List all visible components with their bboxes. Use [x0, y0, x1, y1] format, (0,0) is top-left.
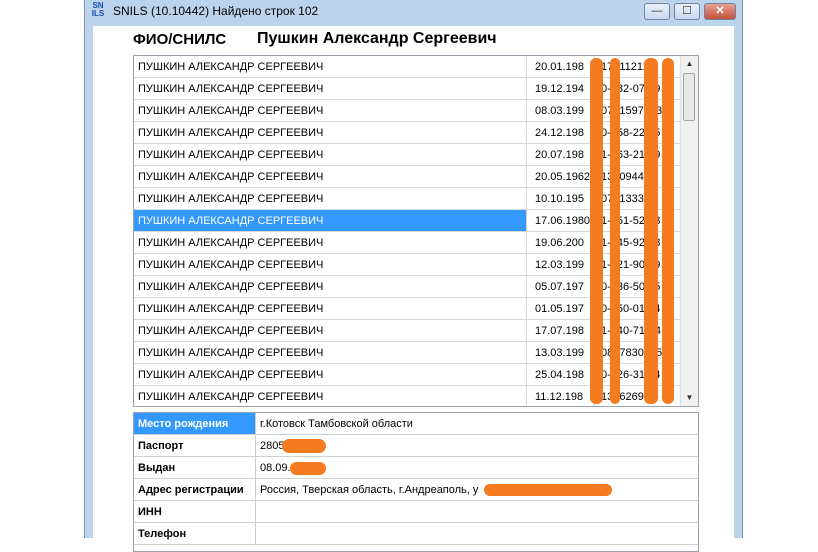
maximize-button[interactable]: ☐ [674, 3, 700, 20]
close-button[interactable]: ✕ [704, 3, 736, 20]
row-date-cell: 17.06.1980 [526, 210, 595, 231]
row-date-cell: 19.12.194 [526, 78, 595, 99]
redaction-mark [590, 58, 603, 404]
row-date-text: 05.07.197 [535, 281, 584, 293]
row-date-text: 11.12.198 [535, 391, 584, 403]
row-date-text: 12.03.199 [535, 259, 584, 271]
row-date-cell: 12.03.199 [526, 254, 595, 275]
application-window: SN ILS SNILS (10.10442) Найдено строк 10… [84, 0, 743, 552]
scroll-up-arrow-icon[interactable]: ▲ [681, 56, 698, 72]
redaction-mark [644, 58, 658, 404]
detail-row-issued: Выдан 08.09. [134, 457, 698, 479]
row-date-text: 13.03.199 [535, 347, 584, 359]
row-name-cell: ПУШКИН АЛЕКСАНДР СЕРГЕЕВИЧ [138, 215, 324, 227]
row-name-cell: ПУШКИН АЛЕКСАНДР СЕРГЕЕВИЧ [138, 127, 324, 139]
row-name-cell: ПУШКИН АЛЕКСАНДР СЕРГЕЕВИЧ [138, 237, 324, 249]
row-name-cell: ПУШКИН АЛЕКСАНДР СЕРГЕЕВИЧ [138, 61, 324, 73]
redaction-mark [662, 58, 674, 404]
row-date-text: 08.03.199 [535, 105, 584, 117]
scroll-down-arrow-icon[interactable]: ▼ [681, 390, 698, 406]
row-date-text: 20.01.198 [535, 61, 584, 73]
detail-label[interactable]: Телефон [134, 523, 256, 544]
row-date-cell: 20.05.1962 [526, 166, 595, 187]
row-name-cell: ПУШКИН АЛЕКСАНДР СЕРГЕЕВИЧ [138, 347, 324, 359]
client-area: ФИО/СНИЛС ПУШКИН АЛЕКСАНДР СЕРГЕЕВИЧ 20.0… [93, 26, 734, 552]
details-panel: Место рождения г.Котовск Тамбовской обла… [133, 412, 699, 552]
row-name-cell: ПУШКИН АЛЕКСАНДР СЕРГЕЕВИЧ [138, 149, 324, 161]
app-icon: SN ILS [91, 1, 105, 18]
row-date-cell: 01.05.197 [526, 298, 595, 319]
detail-row-phone: Телефон [134, 523, 698, 545]
minimize-button[interactable]: — [644, 3, 670, 20]
row-date-text: 25.04.198 [535, 369, 584, 381]
row-date-text: 24.12.198 [535, 127, 584, 139]
row-date-cell: 17.07.198 [526, 320, 595, 341]
vertical-scrollbar[interactable]: ▲ ▼ [680, 56, 698, 406]
row-name-cell: ПУШКИН АЛЕКСАНДР СЕРГЕЕВИЧ [138, 105, 324, 117]
row-date-cell: 20.07.198 [526, 144, 595, 165]
detail-value: 2805 [260, 440, 285, 452]
redaction-mark [610, 58, 620, 404]
row-name-cell: ПУШКИН АЛЕКСАНДР СЕРГЕЕВИЧ [138, 171, 324, 183]
redaction-mark [282, 439, 326, 453]
search-label: ФИО/СНИЛС [133, 31, 227, 48]
search-input[interactable] [253, 28, 734, 50]
detail-label[interactable]: Место рождения [134, 413, 256, 434]
row-date-cell: 19.06.200 [526, 232, 595, 253]
redaction-mark [290, 462, 326, 475]
redaction-mark [484, 484, 612, 496]
row-snils-text: 13762692 [601, 391, 650, 403]
row-date-text: 20.05.1962 [535, 171, 591, 183]
row-snils-text: 07313332 [601, 193, 650, 205]
detail-value: 08.09. [260, 462, 291, 474]
detail-label[interactable]: Адрес регистрации [134, 479, 256, 500]
row-date-cell: 05.07.197 [526, 276, 595, 297]
row-name-cell: ПУШКИН АЛЕКСАНДР СЕРГЕЕВИЧ [138, 391, 324, 403]
results-grid[interactable]: ПУШКИН АЛЕКСАНДР СЕРГЕЕВИЧ 20.01.198 17011… [133, 55, 699, 407]
row-name-cell: ПУШКИН АЛЕКСАНДР СЕРГЕЕВИЧ [138, 259, 324, 271]
row-date-cell: 25.04.198 [526, 364, 595, 385]
detail-row-inn: ИНН [134, 501, 698, 523]
row-name-cell: ПУШКИН АЛЕКСАНДР СЕРГЕЕВИЧ [138, 83, 324, 95]
row-date-text: 01.05.197 [535, 303, 584, 315]
row-date-text: 10.10.195 [535, 193, 584, 205]
window-title: SNILS (10.10442) Найдено строк 102 [113, 4, 319, 18]
row-date-cell: 10.10.195 [526, 188, 595, 209]
detail-value: Россия, Тверская область, г.Андреаполь, … [260, 484, 479, 496]
row-name-cell: ПУШКИН АЛЕКСАНДР СЕРГЕЕВИЧ [138, 325, 324, 337]
row-date-cell: 11.12.198 [526, 386, 595, 406]
row-name-cell: ПУШКИН АЛЕКСАНДР СЕРГЕЕВИЧ [138, 303, 324, 315]
row-date-text: 17.06.1980 [535, 215, 591, 227]
row-date-cell: 20.01.198 [526, 56, 595, 77]
row-date-text: 17.07.198 [535, 325, 584, 337]
row-name-cell: ПУШКИН АЛЕКСАНДР СЕРГЕЕВИЧ [138, 369, 324, 381]
row-date-text: 20.07.198 [535, 149, 584, 161]
detail-label[interactable]: ИНН [134, 501, 256, 522]
row-name-cell: ПУШКИН АЛЕКСАНДР СЕРГЕЕВИЧ [138, 193, 324, 205]
row-date-cell: 24.12.198 [526, 122, 595, 143]
detail-value: г.Котовск Тамбовской области [260, 418, 413, 430]
row-date-text: 19.12.194 [535, 83, 584, 95]
row-date-text: 19.06.200 [535, 237, 584, 249]
detail-label[interactable]: Выдан [134, 457, 256, 478]
title-bar[interactable]: SN ILS SNILS (10.10442) Найдено строк 10… [85, 0, 742, 24]
search-row: ФИО/СНИЛС [93, 28, 734, 52]
row-date-cell: 13.03.199 [526, 342, 595, 363]
row-date-cell: 08.03.199 [526, 100, 595, 121]
scroll-thumb[interactable] [683, 73, 695, 121]
detail-row-address: Адрес регистрации Россия, Тверская облас… [134, 479, 698, 501]
row-name-cell: ПУШКИН АЛЕКСАНДР СЕРГЕЕВИЧ [138, 281, 324, 293]
detail-label[interactable]: Паспорт [134, 435, 256, 456]
detail-row-passport: Паспорт 2805 [134, 435, 698, 457]
detail-row-birthplace: Место рождения г.Котовск Тамбовской обла… [134, 413, 698, 435]
